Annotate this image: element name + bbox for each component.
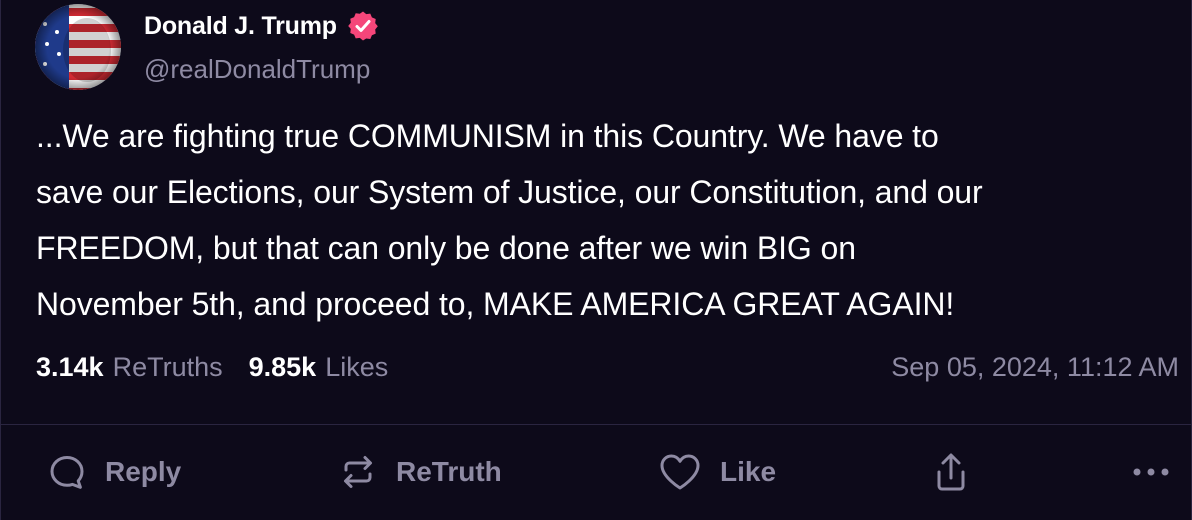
post-text-line: November 5th, and proceed to, MAKE AMERI… [36, 286, 955, 322]
retruth-icon [344, 456, 372, 488]
reply-icon [50, 456, 84, 489]
post-stats: 3.14k ReTruths 9.85k Likes [36, 352, 388, 383]
more-button[interactable] [1131, 462, 1171, 482]
post-text-line: ...We are fighting true COMMUNISM in thi… [36, 118, 939, 154]
post-text: ...We are fighting true COMMUNISM in thi… [36, 108, 1186, 332]
verified-badge-icon [348, 11, 378, 41]
retruths-label[interactable]: ReTruths [113, 352, 223, 383]
likes-count[interactable]: 9.85k [249, 352, 317, 383]
reply-label: Reply [105, 456, 182, 487]
post-text-line: save our Elections, our System of Justic… [36, 174, 983, 210]
post-card: Donald J. Trump @realDonaldTrump ...We a… [0, 0, 1192, 520]
reply-button[interactable]: Reply [47, 452, 181, 492]
share-icon [937, 453, 965, 491]
retruth-button[interactable]: ReTruth [338, 452, 502, 492]
retruth-label: ReTruth [396, 456, 502, 487]
retruths-count[interactable]: 3.14k [36, 352, 104, 383]
post-timestamp[interactable]: Sep 05, 2024, 11:12 AM [891, 352, 1179, 383]
divider [1, 424, 1192, 425]
author-display-name[interactable]: Donald J. Trump [144, 12, 337, 41]
author-handle[interactable]: @realDonaldTrump [144, 54, 370, 85]
like-label: Like [720, 456, 777, 487]
like-button[interactable]: Like [658, 452, 776, 492]
heart-icon [660, 454, 700, 490]
more-icon [1133, 468, 1169, 476]
avatar[interactable] [35, 4, 121, 90]
post-text-line: FREEDOM, but that can only be done after… [36, 230, 856, 266]
avatar-flag-face-icon [35, 4, 121, 90]
author-name-row: Donald J. Trump [144, 10, 379, 42]
share-button[interactable] [931, 452, 971, 494]
likes-label[interactable]: Likes [325, 352, 388, 383]
